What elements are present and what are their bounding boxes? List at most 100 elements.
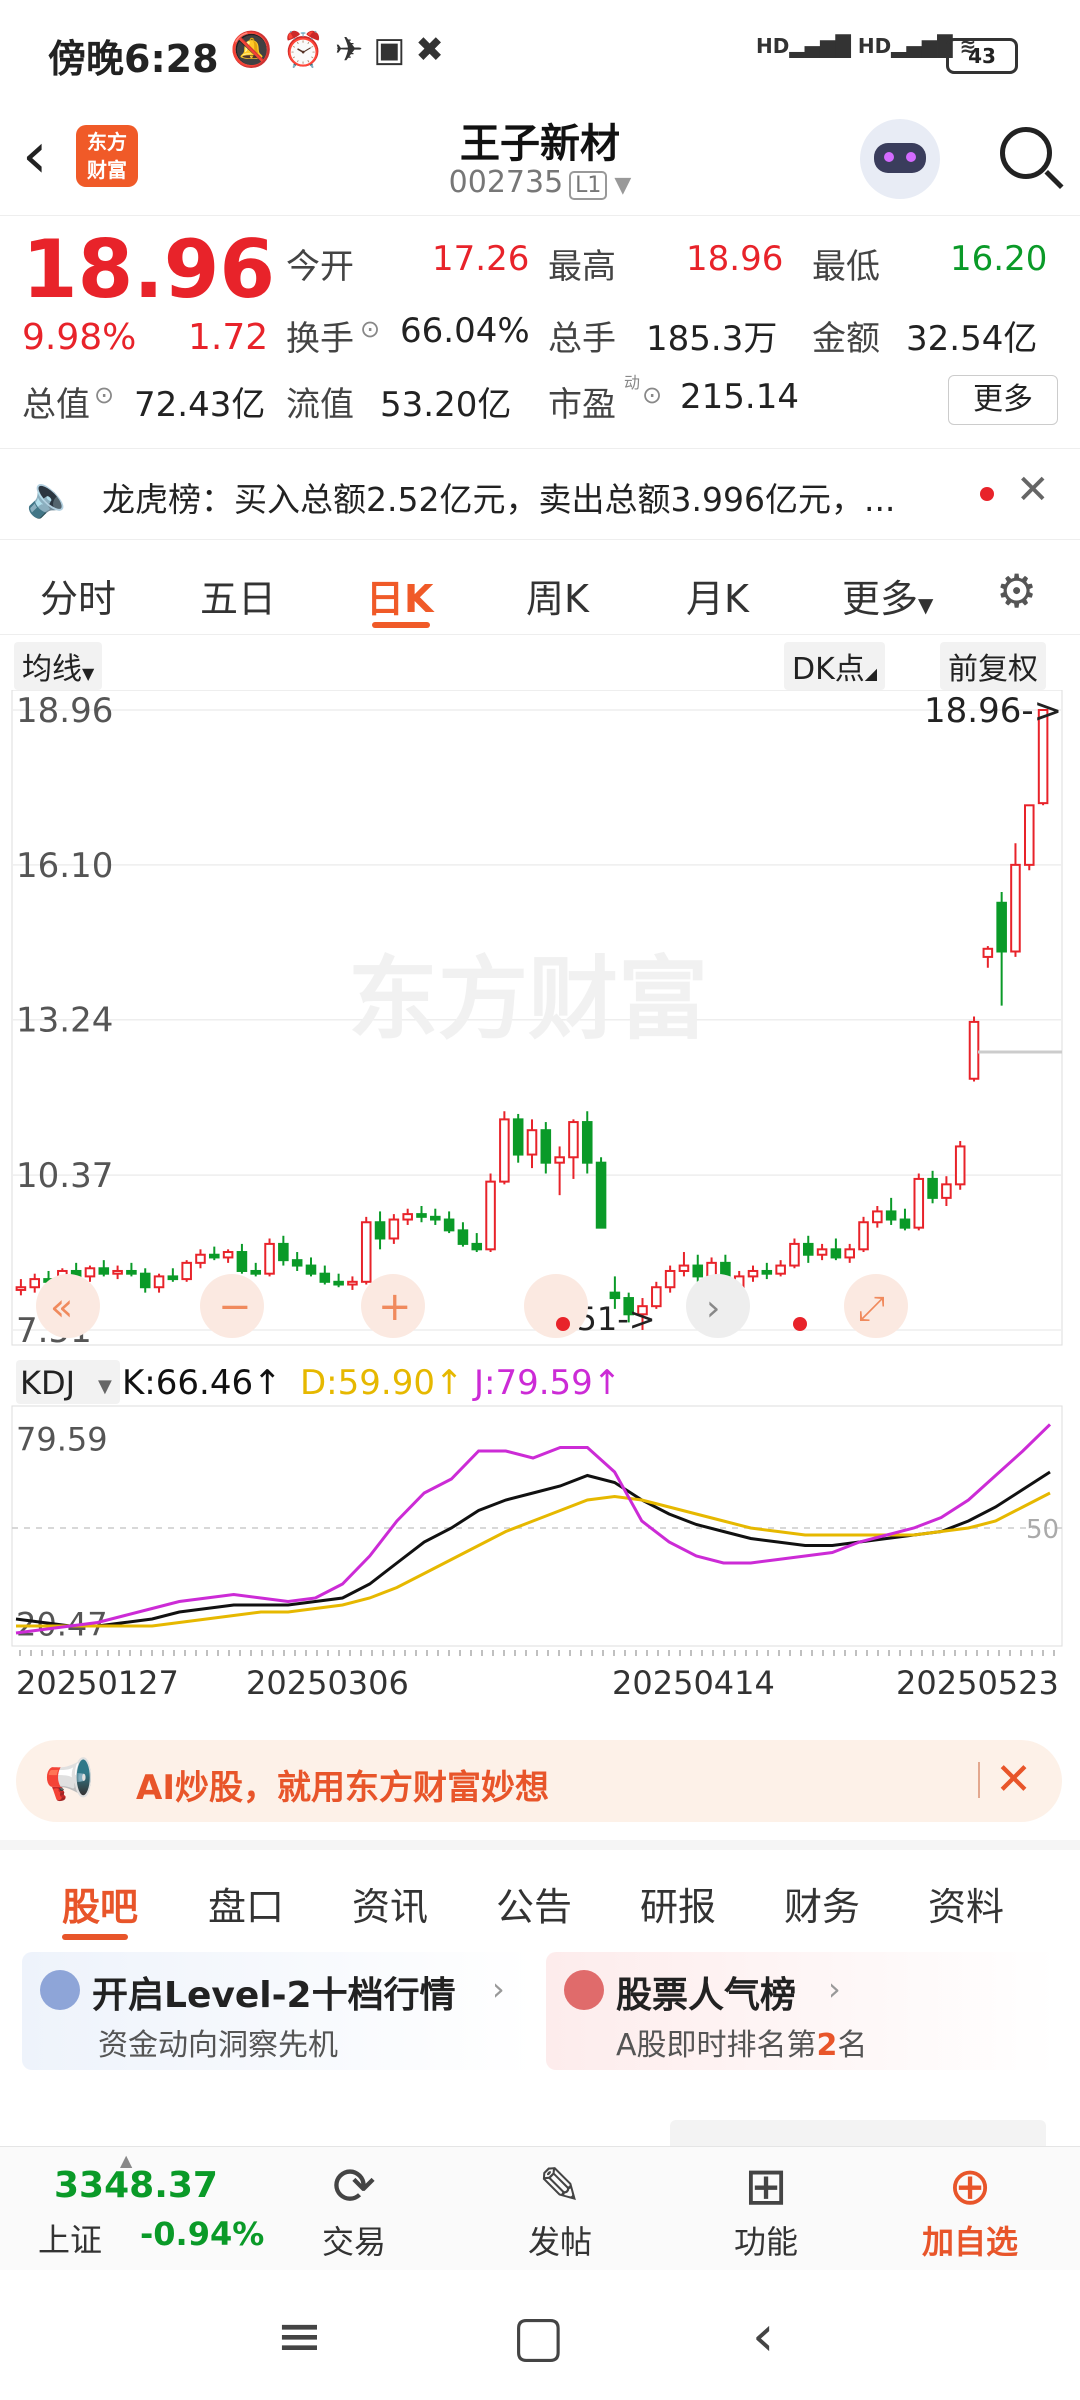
robot-eye (884, 152, 894, 162)
candle (816, 1248, 828, 1256)
tab-announcements[interactable]: 公告 (496, 1876, 572, 1931)
notice-bar[interactable]: 🔈 龙虎榜：买入总额2.52亿元，卖出总额3.996亿元，... ✕ (0, 448, 1080, 540)
robot-avatar[interactable] (860, 119, 940, 199)
candle (167, 1275, 179, 1281)
pe-label: 市盈 (548, 385, 616, 425)
y-tick-label: 18.96 (16, 691, 113, 731)
signal-icon: HD▂▄▆█ HD▂▄▆█ ≋ (756, 34, 977, 58)
candle (858, 1221, 869, 1251)
add-circle-icon: ⊕ (948, 2157, 992, 2217)
adjust-button[interactable]: 前复权 (940, 642, 1046, 690)
candle (305, 1264, 317, 1275)
y-tick-label: 16.10 (16, 846, 113, 886)
candle (360, 1221, 372, 1283)
speaker-icon: 🔈 (26, 474, 76, 520)
tab-five-day[interactable]: 五日 (200, 568, 276, 623)
index-name: 上证 (38, 2221, 103, 2259)
functions-button[interactable]: ⊞ 功能 (696, 2157, 836, 2263)
candle (512, 1118, 524, 1156)
candle (609, 1291, 621, 1300)
quote-panel: 18.96 9.98% 1.72 今开 17.26 最高 18.96 最低 16… (0, 215, 1080, 445)
tab-financials[interactable]: 财务 (784, 1876, 860, 1931)
popularity-title: 股票人气榜 (616, 1975, 797, 2016)
float-label: 流值 (286, 385, 354, 425)
info-icon[interactable]: ⊙ (94, 381, 114, 409)
tab-daily-k[interactable]: 日K (366, 568, 433, 623)
double-left-icon: « (50, 1285, 73, 1329)
robot-eye (906, 152, 916, 162)
ma-dropdown[interactable]: 均线▼ (14, 642, 103, 690)
chevron-right-icon: › (828, 1970, 841, 2008)
y-tick-label: 13.24 (16, 1001, 113, 1041)
change-percent: 9.98% (22, 317, 137, 358)
candle (996, 901, 1007, 953)
stock-header: ‹ 东方 财富 王子新材 002735 L1 ▼ (0, 105, 1080, 216)
chevron-right-icon: › (492, 1970, 505, 2008)
app-icon: ✈ (334, 30, 374, 70)
popularity-subtitle: A股即时排名第2名 (616, 2020, 867, 2064)
tab-orderbook[interactable]: 盘口 (208, 1876, 284, 1931)
tab-intraday[interactable]: 分时 (40, 568, 116, 623)
caret-down-icon: ▼ (82, 664, 95, 683)
chart-tabs: 分时 五日 日K 周K 月K 更多▼ ⚙ (0, 550, 1080, 635)
more-button[interactable]: 更多 (948, 375, 1058, 425)
popularity-card[interactable]: 股票人气榜 › A股即时排名第2名 (546, 1952, 1058, 2070)
open-value: 17.26 (432, 239, 530, 279)
menu-icon[interactable]: ≡ (276, 2304, 323, 2369)
post-label: 发帖 (527, 2223, 592, 2261)
candle (941, 1183, 952, 1199)
system-nav: ≡ ▢ ‹ (0, 2270, 1080, 2400)
tab-monthly-k[interactable]: 月K (686, 568, 749, 623)
candle (402, 1213, 413, 1221)
candle (250, 1269, 262, 1275)
candle (678, 1264, 690, 1272)
k-line-chart[interactable]: 东方财富 18.9616.1013.2410.377.51 18.96-> 7.… (0, 690, 1080, 1740)
home-icon[interactable]: ▢ (512, 2304, 565, 2369)
close-icon[interactable]: ✕ (1016, 467, 1050, 513)
back-nav-icon[interactable]: ‹ (752, 2304, 774, 2369)
add-watchlist-button[interactable]: ⊕ 加自选 (900, 2157, 1040, 2263)
candle (761, 1269, 773, 1275)
ai-banner[interactable]: 📢 AI炒股，就用东方财富妙想 ✕ (16, 1740, 1062, 1822)
info-icon[interactable]: ⊙ (642, 381, 662, 409)
info-icon[interactable]: ⊙ (360, 315, 380, 343)
float-value: 53.20亿 (380, 385, 512, 425)
tab-reports[interactable]: 研报 (640, 1876, 716, 1931)
trade-button[interactable]: ⟳ 交易 (284, 2157, 424, 2263)
app-icon: ▣ (373, 30, 416, 70)
candle (98, 1267, 110, 1275)
active-tab-underline (62, 1934, 128, 1940)
search-icon[interactable] (1000, 127, 1052, 179)
tab-more[interactable]: 更多▼ (842, 568, 933, 623)
event-dot (556, 1317, 570, 1331)
y-tick-label: 10.37 (16, 1156, 113, 1196)
candle (112, 1269, 123, 1275)
level2-card[interactable]: 开启Level-2十档行情 › 资金动向洞察先机 (22, 1952, 534, 2070)
index-value[interactable]: 3348.37 (54, 2165, 218, 2206)
unread-dot (980, 487, 994, 501)
plus-icon: + (378, 1284, 412, 1330)
amount-label: 金额 (812, 319, 880, 359)
tab-forum[interactable]: 股吧 (62, 1876, 138, 1931)
candle (802, 1242, 814, 1256)
scroll-left-button[interactable] (524, 1274, 588, 1338)
tab-weekly-k[interactable]: 周K (526, 568, 589, 623)
post-button[interactable]: ✎ 发帖 (490, 2157, 630, 2263)
level2-icon (40, 1970, 80, 2010)
turnover-value: 66.04% (400, 311, 530, 351)
candle (554, 1156, 565, 1164)
gear-icon[interactable]: ⚙ (996, 564, 1037, 618)
tab-profile[interactable]: 资料 (928, 1876, 1004, 1931)
tab-news[interactable]: 资讯 (352, 1876, 428, 1931)
dk-dropdown[interactable]: DK点◢ (784, 642, 886, 690)
j-value: J:79.59↑ (472, 1363, 621, 1403)
candle (264, 1242, 275, 1275)
tab-more-label: 更多 (842, 577, 919, 621)
candle (927, 1177, 938, 1199)
watermark: 东方财富 (348, 947, 708, 1052)
low-label: 最低 (812, 247, 880, 287)
candle (333, 1280, 344, 1286)
candle (526, 1129, 538, 1156)
close-icon[interactable]: ✕ (995, 1754, 1032, 1805)
candle (443, 1218, 455, 1232)
